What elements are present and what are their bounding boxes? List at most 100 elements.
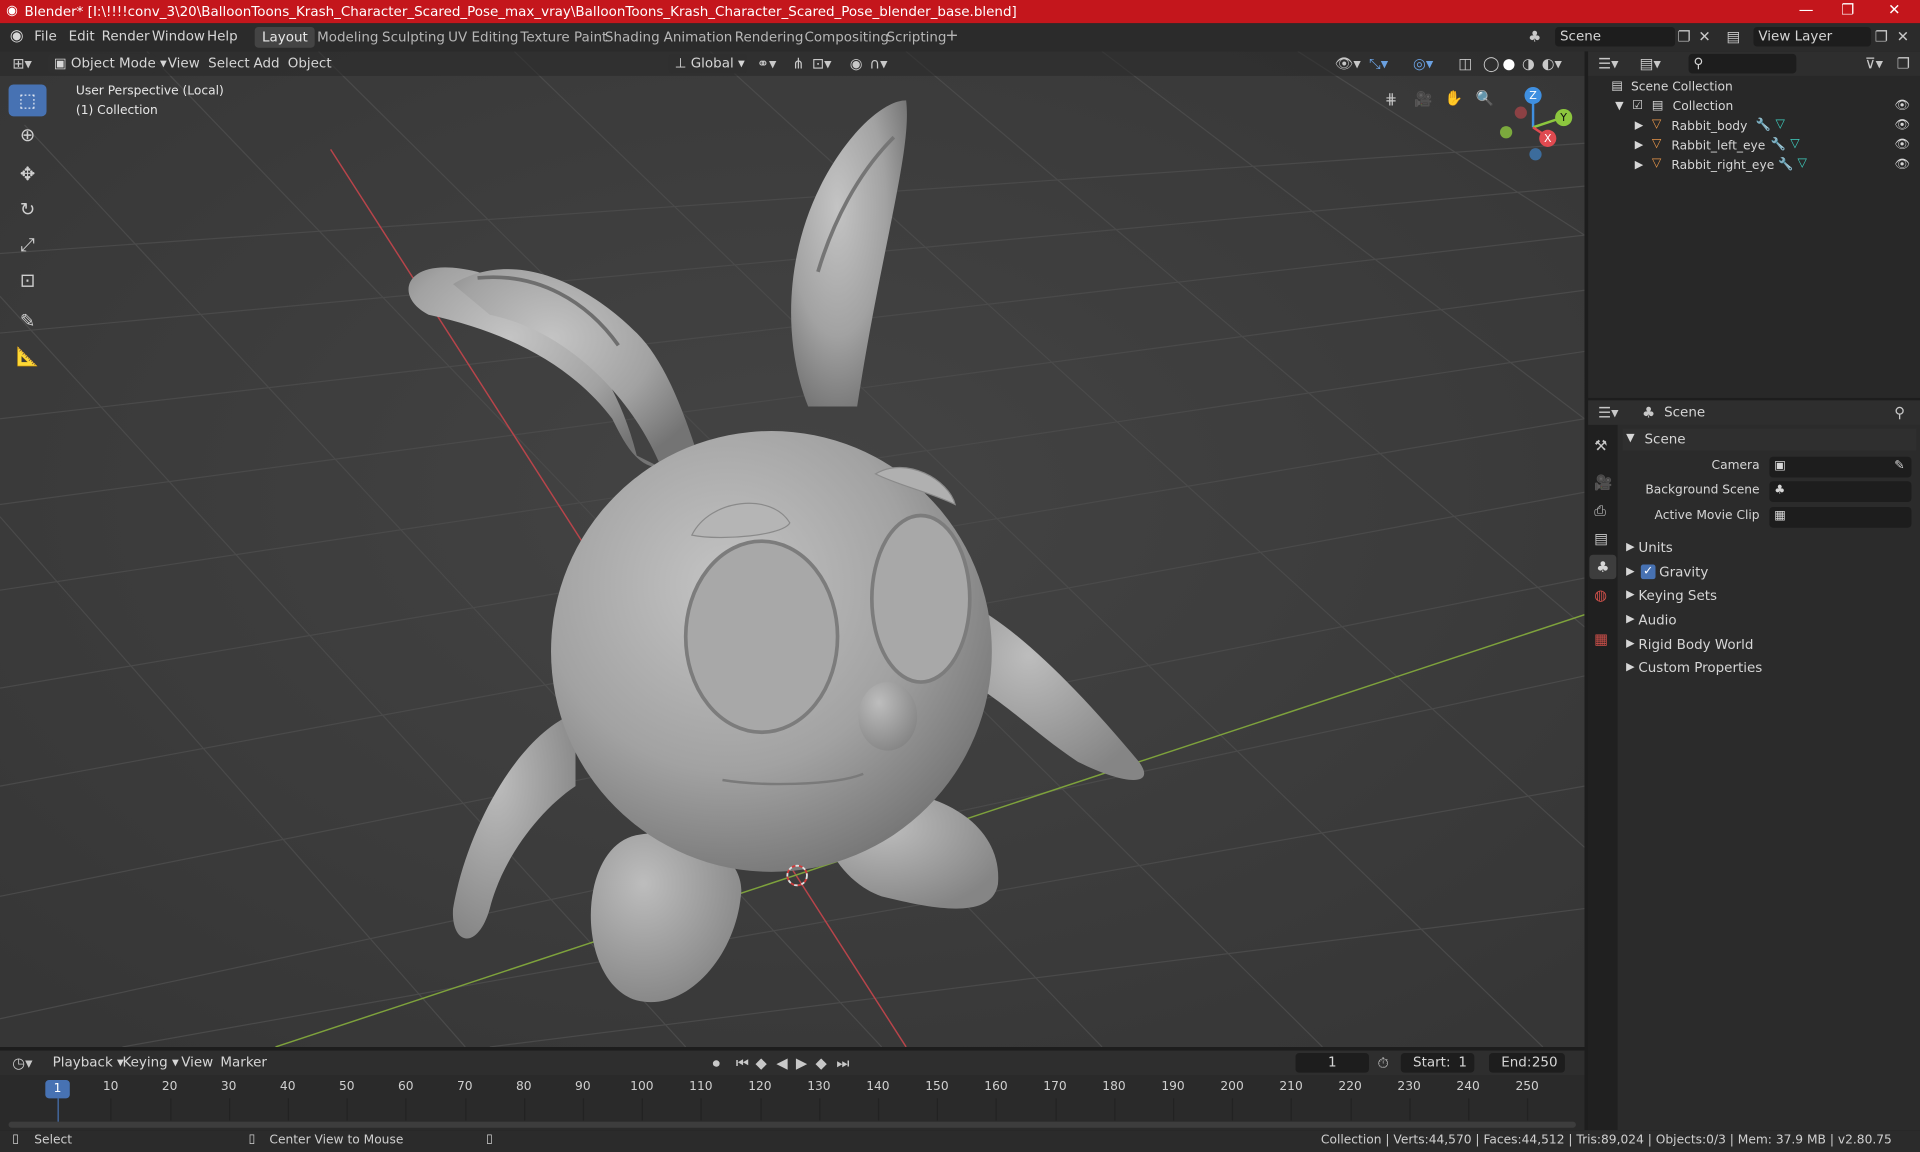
eye-icon[interactable]: 👁 [1894,99,1910,112]
falloff-icon[interactable]: ∩▾ [869,55,887,72]
menu-window[interactable]: Window [152,28,205,44]
timeline-menu-marker[interactable]: Marker [220,1054,267,1070]
rigid-body-world-panel-header[interactable]: ▶ Rigid Body World [1622,634,1916,656]
texture-tab-icon[interactable]: ▦ [1594,631,1608,648]
play-reverse-icon[interactable]: ◀ [776,1054,787,1071]
output-tab-icon[interactable]: ⎙ [1594,502,1606,519]
scene-icon[interactable]: ♣ [1528,28,1541,45]
maximize-button[interactable]: ❐ [1829,1,1866,18]
gravity-checkbox[interactable]: ✓ [1640,564,1656,580]
render-tab-icon[interactable]: 🎥 [1594,474,1612,491]
eye-icon[interactable]: 👁 [1894,119,1910,132]
menu-help[interactable]: Help [207,28,238,44]
new-view-layer-icon[interactable]: ❐ [1875,28,1888,45]
outliner-row-scene-collection[interactable]: ▤ Scene Collection [1588,78,1920,98]
viewport-menu-select[interactable]: Select [208,55,250,71]
timeline-scrollbar[interactable] [8,1121,1576,1128]
pivot-icon[interactable]: ⚭▾ [757,55,777,72]
modifier-wrench-icon[interactable]: 🔧 [1771,138,1786,151]
end-frame-field[interactable]: End: 250 [1488,1053,1565,1073]
visibility-icon[interactable]: 👁▾ [1335,55,1361,72]
mode-selector[interactable]: ▣ Object Mode ▾ [47,53,167,74]
timeline-ruler[interactable]: 10 20 30 40 50 60 70 80 90 100 110 120 130 140 150 160 1… [0,1075,1584,1130]
remove-view-layer-icon[interactable]: ✕ [1897,28,1909,45]
expand-arrow-icon[interactable]: ▼ [1615,100,1623,112]
editor-type-icon[interactable]: ☰▾ [1598,55,1619,72]
scene-selector[interactable]: Scene [1555,26,1676,47]
eye-icon[interactable]: 👁 [1894,138,1910,151]
jump-keyframe-back-icon[interactable]: ◆ [756,1054,767,1071]
stopwatch-icon[interactable]: ⏱ [1378,1054,1389,1071]
mesh-data-icon[interactable]: ▽ [1798,157,1807,170]
gizmo-toggle-icon[interactable]: ⤡▾ [1369,55,1388,72]
eye-icon[interactable]: 👁 [1894,158,1910,171]
outliner-search-input[interactable]: ⚲ [1688,53,1797,74]
transform-tool-icon[interactable]: ⊡ [9,264,47,296]
viewport-menu-object[interactable]: Object [288,55,332,71]
pin-icon[interactable]: ⚲ [1894,404,1905,421]
minimize-button[interactable]: — [1788,1,1825,18]
outliner-row-object[interactable]: ▶ ▽ Rabbit_body 🔧 ▽ 👁 [1588,118,1920,138]
shading-rendered-icon[interactable]: ◐▾ [1542,55,1562,72]
modifier-wrench-icon[interactable]: 🔧 [1778,158,1793,171]
view-layer-icon[interactable]: ▤ [1727,28,1741,45]
record-icon[interactable]: ⏺ [713,1054,720,1071]
scene-tab-icon[interactable]: ♣ [1589,554,1617,580]
menu-file[interactable]: File [34,28,57,44]
snap-target-icon[interactable]: ⊡▾ [812,55,832,72]
tool-tab-icon[interactable]: ⚒ [1594,437,1607,454]
outliner-row-object[interactable]: ▶ ▽ Rabbit_left_eye 🔧 ▽ 👁 [1588,137,1920,157]
transform-orientation-selector[interactable]: ⊥ Global ▾ [668,53,747,74]
menu-render[interactable]: Render [102,28,150,44]
start-frame-field[interactable]: Start: 1 [1400,1053,1475,1073]
active-movie-clip-field[interactable]: ▦ [1769,506,1912,528]
move-tool-icon[interactable]: ✥ [9,158,47,190]
viewport-menu-add[interactable]: Add [253,55,279,71]
gravity-panel-header[interactable]: ▶ ✓ Gravity [1622,562,1916,584]
playhead[interactable]: 1 [45,1080,70,1099]
scene-panel-header[interactable]: ▼ Scene [1622,428,1917,451]
play-icon[interactable]: ▶ [796,1054,807,1071]
xray-icon[interactable]: ◫ [1458,55,1472,72]
jump-start-icon[interactable]: ⏮ [736,1054,749,1071]
viewport-scene[interactable] [0,51,1585,1047]
editor-type-icon[interactable]: ◷▾ [12,1054,32,1071]
outliner-row-collection[interactable]: ▼ ☑ ▤ Collection 👁 [1588,98,1920,118]
blender-menu-icon[interactable]: ◉ [10,27,24,45]
scale-tool-icon[interactable]: ⤢ [9,229,47,261]
timeline-menu-keying[interactable]: Keying ▾ [122,1054,178,1070]
add-workspace-button[interactable]: + [938,24,966,45]
background-scene-field[interactable]: ♣ [1769,481,1912,503]
checkbox-icon[interactable]: ☑ [1632,99,1643,112]
snap-icon[interactable]: ⋔ [792,55,804,72]
shading-wireframe-icon[interactable]: ◯ [1483,55,1499,72]
outliner-row-object[interactable]: ▶ ▽ Rabbit_right_eye 🔧 ▽ 👁 [1588,157,1920,177]
proportional-edit-icon[interactable]: ◉ [850,55,863,72]
shading-solid-icon[interactable]: ● [1502,55,1515,72]
jump-end-icon[interactable]: ⏭ [836,1054,849,1071]
editor-type-icon[interactable]: ☰▾ [1598,404,1619,421]
expand-arrow-icon[interactable]: ▶ [1635,140,1643,152]
view-layer-tab-icon[interactable]: ▤ [1594,530,1608,547]
expand-arrow-icon[interactable]: ▶ [1635,120,1643,132]
select-box-tool-icon[interactable]: ⬚ [8,84,47,117]
new-scene-icon[interactable]: ❐ [1678,28,1691,45]
timeline-menu-view[interactable]: View [181,1054,213,1070]
filter-icon[interactable]: ⊽▾ [1865,55,1883,72]
editor-type-icon[interactable]: ⊞▾ [12,55,32,72]
camera-field[interactable]: ▣ ✎ [1769,456,1912,478]
cursor-tool-icon[interactable]: ⊕ [9,119,47,151]
audio-panel-header[interactable]: ▶ Audio [1622,610,1916,632]
measure-tool-icon[interactable]: 📐 [9,340,47,372]
menu-edit[interactable]: Edit [69,28,95,44]
mesh-data-icon[interactable]: ▽ [1776,118,1785,131]
annotate-tool-icon[interactable]: ✎ [9,305,47,337]
keying-sets-panel-header[interactable]: ▶ Keying Sets [1622,585,1916,607]
mesh-data-icon[interactable]: ▽ [1790,137,1799,150]
units-panel-header[interactable]: ▶ Units [1622,538,1916,560]
display-mode-icon[interactable]: ▤▾ [1640,55,1661,72]
pan-hand-icon[interactable]: ✋ [1445,89,1463,106]
3d-viewport[interactable]: ⊞▾ ▣ Object Mode ▾ View Select Add Objec… [0,51,1585,1047]
custom-properties-panel-header[interactable]: ▶ Custom Properties [1622,658,1916,680]
eyedropper-icon[interactable]: ✎ [1894,459,1904,472]
